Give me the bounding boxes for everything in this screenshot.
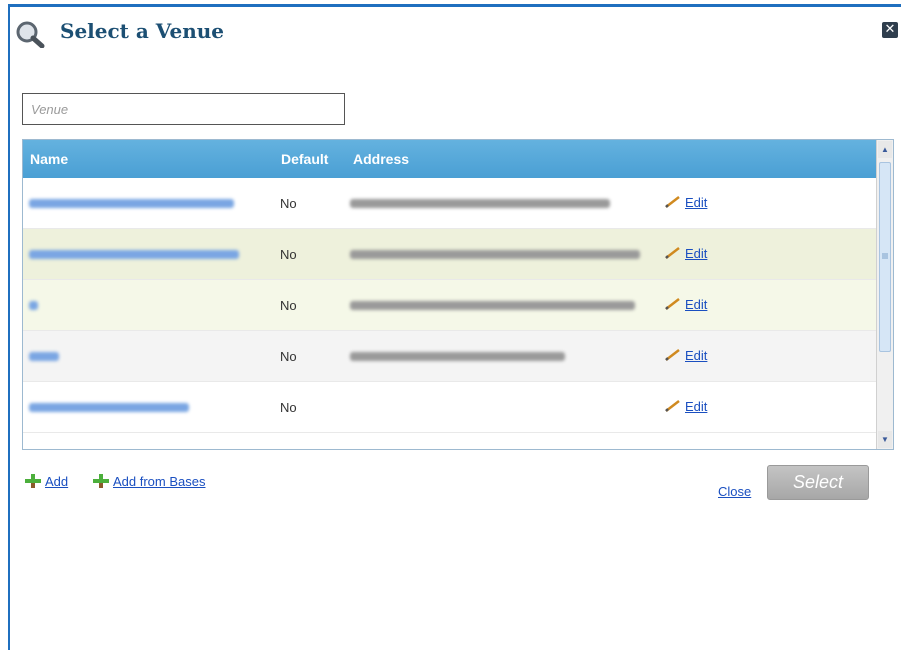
table-row[interactable]: No Edit [23,229,877,280]
scrollbar-thumb[interactable] [879,162,891,352]
default-cell: No [280,400,297,415]
default-cell: No [280,196,297,211]
pencil-icon [665,247,680,259]
venue-grid: Name Default Address No Edit No Edit No … [22,139,894,450]
edit-link[interactable]: Edit [664,195,707,210]
default-cell: No [280,349,297,364]
column-header-name[interactable]: Name [30,151,68,167]
grid-rows: No Edit No Edit No Edit No Edit No Edit [23,178,877,433]
plus-icon [93,474,109,488]
magnifier-icon [16,21,45,48]
pencil-icon [665,196,680,208]
redacted-address [350,352,565,361]
plus-icon [25,474,41,488]
column-header-default[interactable]: Default [281,151,328,167]
edit-link[interactable]: Edit [664,348,707,363]
redacted-name[interactable] [29,301,38,310]
table-row[interactable]: No Edit [23,280,877,331]
table-row[interactable]: No Edit [23,382,877,433]
close-x-icon[interactable]: ✕ [882,22,898,38]
redacted-address [350,199,610,208]
venue-search-input[interactable] [22,93,345,125]
edit-link[interactable]: Edit [664,246,707,261]
redacted-name[interactable] [29,199,234,208]
pencil-icon [665,400,680,412]
add-from-bases-button[interactable]: Add from Bases [93,474,206,489]
grid-header: Name Default Address [23,140,877,178]
edit-link[interactable]: Edit [664,297,707,312]
default-cell: No [280,298,297,313]
edit-link[interactable]: Edit [664,399,707,414]
default-cell: No [280,247,297,262]
dialog-title: Select a Venue [60,19,225,43]
close-link[interactable]: Close [718,484,751,499]
pencil-icon [665,298,680,310]
redacted-name[interactable] [29,403,189,412]
grid-scrollbar[interactable]: ▲ ▼ [876,140,893,449]
column-header-address[interactable]: Address [353,151,409,167]
scroll-up-icon[interactable]: ▲ [878,141,892,158]
grip-icon [882,253,888,259]
redacted-name[interactable] [29,250,239,259]
select-button[interactable]: Select [767,465,869,500]
add-button[interactable]: Add [25,474,68,489]
redacted-address [350,301,635,310]
pencil-icon [665,349,680,361]
redacted-address [350,250,640,259]
redacted-name[interactable] [29,352,59,361]
table-row[interactable]: No Edit [23,331,877,382]
scroll-down-icon[interactable]: ▼ [878,431,892,448]
table-row[interactable]: No Edit [23,178,877,229]
